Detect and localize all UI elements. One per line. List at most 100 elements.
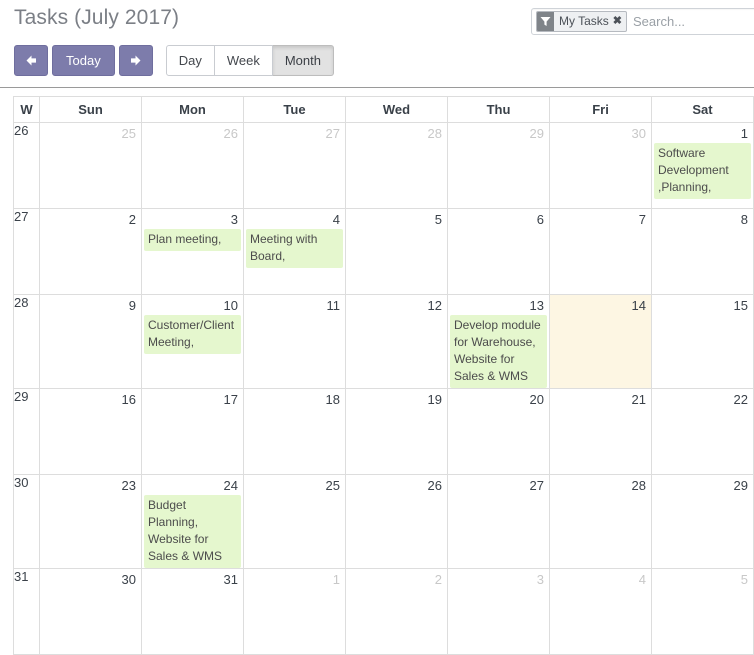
day-cell[interactable]: 26 bbox=[141, 122, 244, 209]
day-number: 31 bbox=[223, 572, 238, 587]
day-cell[interactable]: 25 bbox=[39, 122, 142, 209]
day-cell[interactable]: 21 bbox=[549, 388, 652, 475]
day-number: 2 bbox=[434, 572, 442, 587]
day-cell[interactable]: 12 bbox=[345, 294, 448, 389]
day-number: 16 bbox=[121, 392, 136, 407]
column-header-wed: Wed bbox=[345, 96, 448, 123]
day-cell[interactable]: 15 bbox=[651, 294, 754, 389]
day-cell[interactable]: 5 bbox=[651, 568, 754, 655]
day-cell[interactable]: 20 bbox=[447, 388, 550, 475]
day-cell[interactable]: 23 bbox=[39, 474, 142, 569]
day-cell[interactable]: 11 bbox=[243, 294, 346, 389]
day-cell[interactable]: 2 bbox=[345, 568, 448, 655]
day-cell[interactable]: 24 Budget Planning, Website for Sales & W… bbox=[141, 474, 244, 569]
day-number: 26 bbox=[223, 126, 238, 141]
column-header-fri: Fri bbox=[549, 96, 652, 123]
page-header: Tasks (July 2017) My Tasks ✖ Today Da bbox=[0, 0, 754, 88]
day-cell[interactable]: 10 Customer/Client Meeting, bbox=[141, 294, 244, 389]
calendar-event[interactable]: Budget Planning, Website for Sales & WMS bbox=[144, 495, 241, 568]
day-cell[interactable]: 17 bbox=[141, 388, 244, 475]
day-number: 14 bbox=[631, 298, 646, 313]
week-number-cell: 26 bbox=[13, 122, 40, 209]
calendar-week-row: 26 25 26 27 28 29 30 1 Software Development ,Pla… bbox=[13, 122, 754, 209]
day-number: 27 bbox=[325, 126, 340, 141]
day-number: 6 bbox=[536, 212, 544, 227]
day-number: 9 bbox=[128, 298, 136, 313]
day-cell[interactable]: 16 bbox=[39, 388, 142, 475]
day-number: 27 bbox=[529, 478, 544, 493]
day-cell[interactable]: 4 bbox=[549, 568, 652, 655]
day-number: 5 bbox=[434, 212, 442, 227]
day-cell[interactable]: 7 bbox=[549, 208, 652, 295]
calendar-event[interactable]: Develop module for Warehouse, Website fo… bbox=[450, 315, 547, 388]
calendar-week-row: 27 2 3 Plan meeting, 4 Meeting with Board, 5 6 7… bbox=[13, 208, 754, 295]
day-cell[interactable]: 9 bbox=[39, 294, 142, 389]
calendar-event[interactable]: Customer/Client Meeting, bbox=[144, 315, 241, 354]
calendar-week-row: 30 23 24 Budget Planning, Website for Sales… bbox=[13, 474, 754, 569]
view-button-month[interactable]: Month bbox=[272, 45, 334, 76]
calendar-event[interactable]: Software Development ,Planning, bbox=[654, 143, 751, 199]
day-cell-today[interactable]: 14 bbox=[549, 294, 652, 389]
week-number-cell: 30 bbox=[13, 474, 40, 569]
view-button-day[interactable]: Day bbox=[165, 45, 215, 76]
day-number: 29 bbox=[733, 478, 748, 493]
day-number: 22 bbox=[733, 392, 748, 407]
close-icon[interactable]: ✖ bbox=[613, 12, 626, 31]
day-cell[interactable]: 13 Develop module for Warehouse, Website … bbox=[447, 294, 550, 389]
day-number: 7 bbox=[638, 212, 646, 227]
day-number: 20 bbox=[529, 392, 544, 407]
header-divider bbox=[0, 87, 754, 88]
day-number: 15 bbox=[733, 298, 748, 313]
day-cell[interactable]: 8 bbox=[651, 208, 754, 295]
week-number-cell: 28 bbox=[13, 294, 40, 389]
day-cell[interactable]: 3 bbox=[447, 568, 550, 655]
calendar-header-row: W Sun Mon Tue Wed Thu Fri Sat bbox=[13, 96, 754, 123]
day-cell[interactable]: 27 bbox=[447, 474, 550, 569]
day-cell[interactable]: 19 bbox=[345, 388, 448, 475]
calendar-body: 26 25 26 27 28 29 30 1 Software Development ,Pla… bbox=[13, 122, 754, 655]
column-header-week: W bbox=[13, 96, 40, 123]
day-number: 24 bbox=[223, 478, 238, 493]
calendar-event[interactable]: Meeting with Board, bbox=[246, 229, 343, 268]
day-number: 1 bbox=[740, 126, 748, 141]
day-cell[interactable]: 25 bbox=[243, 474, 346, 569]
day-cell[interactable]: 1 Software Development ,Planning, bbox=[651, 122, 754, 209]
day-number: 13 bbox=[529, 298, 544, 313]
day-number: 26 bbox=[427, 478, 442, 493]
today-button[interactable]: Today bbox=[52, 45, 115, 76]
day-cell[interactable]: 2 bbox=[39, 208, 142, 295]
search-box[interactable]: My Tasks ✖ bbox=[531, 8, 754, 35]
filter-facet-my-tasks[interactable]: My Tasks ✖ bbox=[536, 11, 628, 32]
previous-period-button[interactable] bbox=[14, 45, 48, 76]
day-cell[interactable]: 29 bbox=[651, 474, 754, 569]
day-cell[interactable]: 26 bbox=[345, 474, 448, 569]
day-cell[interactable]: 28 bbox=[345, 122, 448, 209]
day-number: 23 bbox=[121, 478, 136, 493]
day-cell[interactable]: 1 bbox=[243, 568, 346, 655]
filter-icon bbox=[537, 12, 554, 31]
day-number: 3 bbox=[230, 212, 238, 227]
day-number: 2 bbox=[128, 212, 136, 227]
page-title: Tasks (July 2017) bbox=[14, 6, 180, 29]
day-number: 5 bbox=[740, 572, 748, 587]
day-cell[interactable]: 3 Plan meeting, bbox=[141, 208, 244, 295]
day-cell[interactable]: 22 bbox=[651, 388, 754, 475]
day-number: 19 bbox=[427, 392, 442, 407]
day-cell[interactable]: 30 bbox=[549, 122, 652, 209]
day-number: 1 bbox=[332, 572, 340, 587]
day-cell[interactable]: 30 bbox=[39, 568, 142, 655]
day-cell[interactable]: 28 bbox=[549, 474, 652, 569]
day-cell[interactable]: 6 bbox=[447, 208, 550, 295]
next-period-button[interactable] bbox=[118, 45, 153, 76]
day-number: 10 bbox=[223, 298, 238, 313]
day-cell[interactable]: 27 bbox=[243, 122, 346, 209]
day-number: 21 bbox=[631, 392, 646, 407]
search-input[interactable] bbox=[627, 10, 754, 33]
view-button-week[interactable]: Week bbox=[214, 45, 273, 76]
day-cell[interactable]: 31 bbox=[141, 568, 244, 655]
calendar-event[interactable]: Plan meeting, bbox=[144, 229, 241, 251]
day-cell[interactable]: 5 bbox=[345, 208, 448, 295]
day-cell[interactable]: 18 bbox=[243, 388, 346, 475]
day-cell[interactable]: 29 bbox=[447, 122, 550, 209]
day-cell[interactable]: 4 Meeting with Board, bbox=[243, 208, 346, 295]
